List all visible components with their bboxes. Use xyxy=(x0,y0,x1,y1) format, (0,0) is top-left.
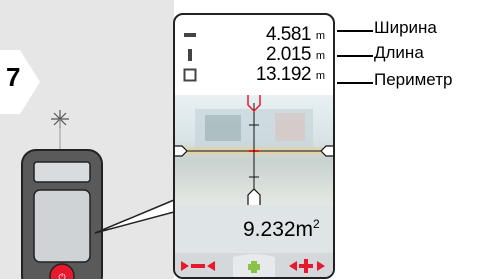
length-value: 2.015 xyxy=(265,44,312,65)
area-value: 9.232m2 xyxy=(243,217,320,241)
area-panel: 9.232m2 xyxy=(175,205,333,253)
softkey-icons xyxy=(181,254,325,277)
annotation-labels: Ширина Длина Периметр xyxy=(337,0,486,100)
perimeter-leader xyxy=(337,82,373,84)
bottom-marker-icon xyxy=(247,188,261,205)
width-leader xyxy=(337,30,373,32)
plus-softkey-icon xyxy=(289,259,325,273)
camera-viewfinder xyxy=(175,95,333,205)
width-icon xyxy=(184,33,196,37)
perimeter-row: 13.192 m xyxy=(175,64,333,85)
length-unit: m xyxy=(315,50,325,62)
perimeter-value: 13.192 xyxy=(255,64,312,85)
length-leader xyxy=(337,55,373,57)
move-softkey-icon xyxy=(233,254,275,277)
width-unit: m xyxy=(315,30,325,42)
device-panel: 7 ⏻ xyxy=(0,0,174,279)
width-row: 4.581 m xyxy=(175,24,333,45)
length-icon xyxy=(188,49,192,61)
viewfinder-overlay xyxy=(175,95,333,205)
svg-text:⏻: ⏻ xyxy=(58,272,65,279)
length-row: 2.015 m xyxy=(175,44,333,65)
minus-softkey-icon xyxy=(181,261,215,271)
length-label: Длина xyxy=(374,43,424,62)
perimeter-label: Периметр xyxy=(374,70,453,89)
device-screen: 4.581 m 2.015 m 13.192 m 9.232m2 xyxy=(173,13,335,279)
step-number: 7 xyxy=(6,62,21,92)
perimeter-icon xyxy=(183,68,197,82)
width-value: 4.581 xyxy=(265,24,312,45)
softkey-bar xyxy=(175,253,333,277)
laser-device-illustration: ⏻ xyxy=(21,110,174,279)
width-label: Ширина xyxy=(374,18,437,37)
perimeter-unit: m xyxy=(315,70,325,82)
